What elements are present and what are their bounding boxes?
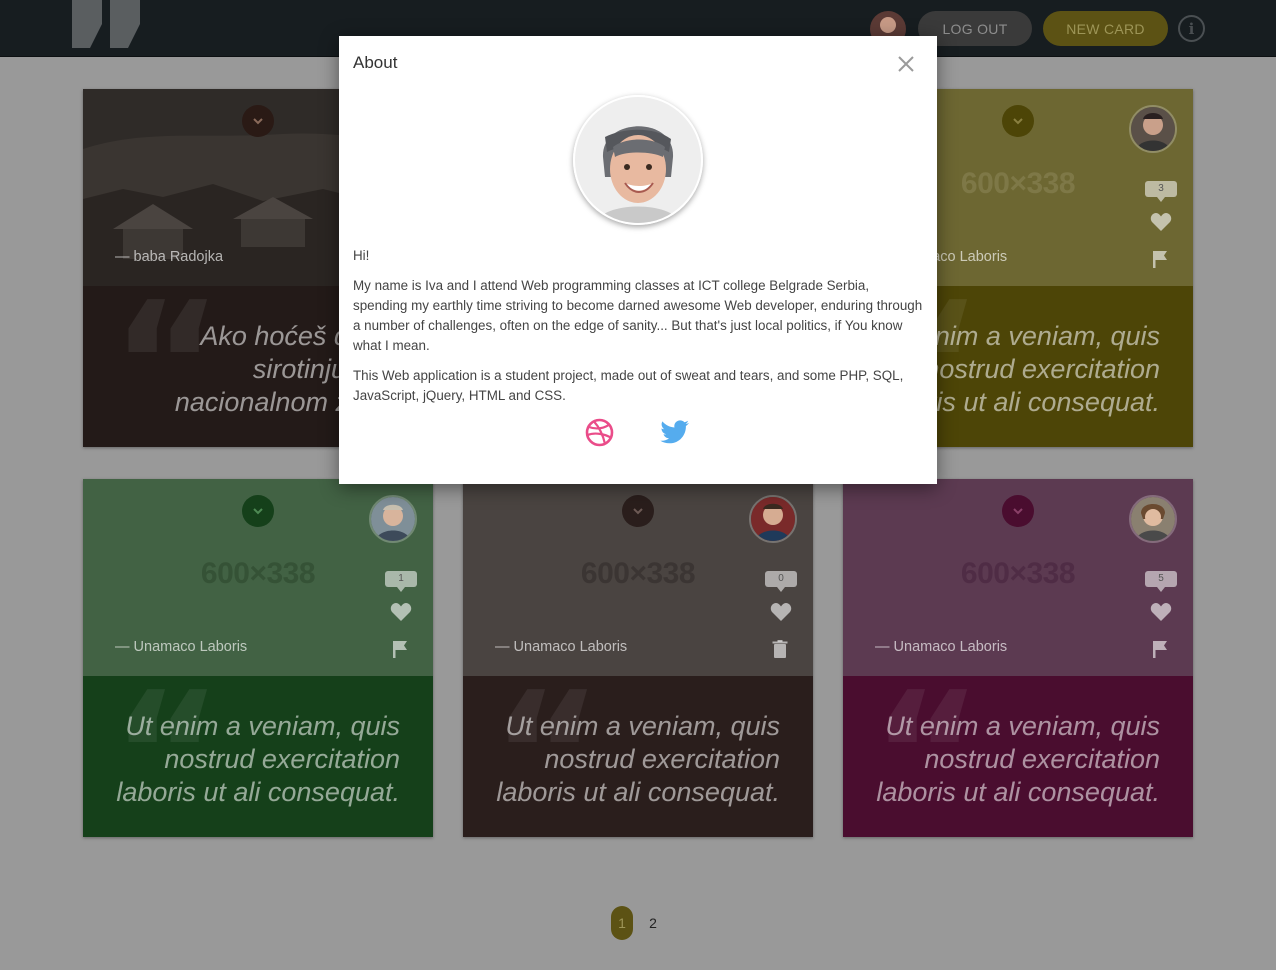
modal-paragraph: This Web application is a student projec…: [353, 368, 904, 403]
close-icon[interactable]: [896, 54, 916, 74]
profile-photo: [573, 95, 703, 225]
dribbble-icon[interactable]: [585, 418, 614, 447]
modal-greeting: Hi!: [353, 248, 370, 263]
modal-paragraph: My name is Iva and I attend Web programm…: [353, 278, 923, 353]
modal-title: About: [353, 53, 398, 72]
about-modal: About Hi! My name is Iva and I attend We…: [339, 36, 937, 484]
twitter-icon[interactable]: [660, 420, 690, 446]
modal-body: Hi! My name is Iva and I attend Web prog…: [353, 246, 923, 416]
